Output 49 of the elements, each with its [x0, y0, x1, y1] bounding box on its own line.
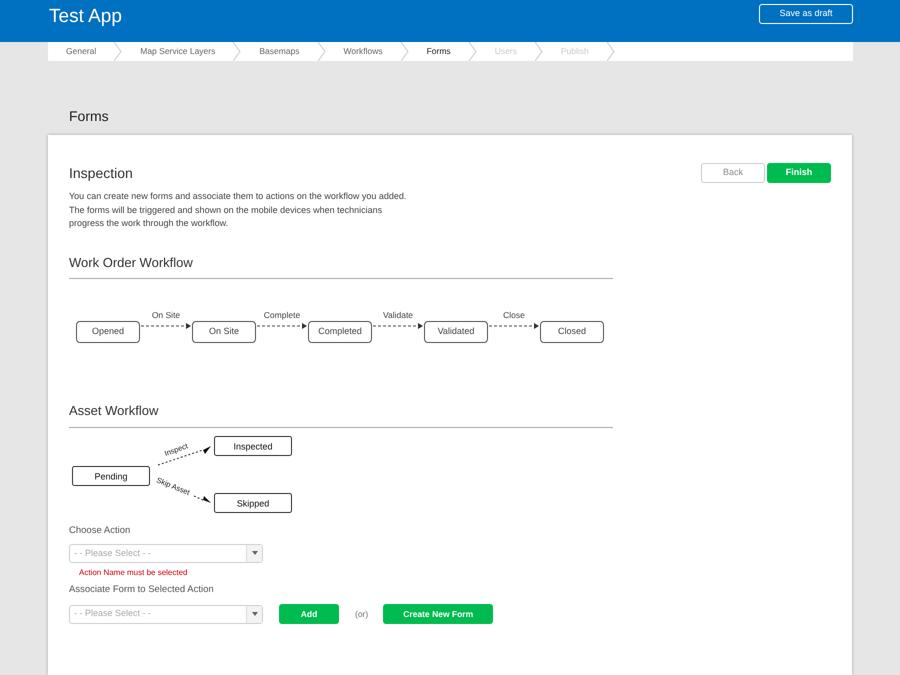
state-node: Validated — [424, 321, 488, 343]
step-tab[interactable]: Basemaps — [241, 45, 318, 58]
back-button[interactable]: Back — [701, 163, 765, 183]
step-tab[interactable]: Forms — [408, 45, 469, 58]
step-tab[interactable]: General — [48, 45, 114, 58]
section-title: Inspection — [69, 164, 134, 183]
state-node: Pending — [72, 466, 150, 486]
section-heading: Asset Workflow — [69, 401, 613, 428]
chevron-icon — [468, 42, 477, 61]
or-text: (or) — [355, 608, 368, 620]
dashed-arrow — [158, 446, 211, 465]
dashed-arrow — [372, 323, 424, 329]
state-node: Opened — [76, 321, 140, 343]
chevron-icon — [318, 42, 326, 61]
state-node: Inspected — [214, 436, 292, 456]
dashed-arrow — [488, 323, 540, 329]
add-button[interactable]: Add — [279, 604, 339, 624]
section-heading: Work Order Workflow — [69, 252, 613, 279]
dashed-arrow — [140, 323, 192, 329]
transition-label: Complete — [264, 310, 300, 320]
select-field[interactable]: - - Please Select - - — [69, 604, 263, 624]
chevron-icon — [233, 42, 242, 61]
chevron-icon — [534, 42, 543, 61]
dashed-arrow — [194, 495, 211, 502]
state-node: Closed — [540, 321, 604, 343]
transition-label: Close — [503, 310, 525, 320]
save-draft-button[interactable]: Save as draft — [759, 4, 853, 24]
app-title: Test App — [49, 5, 122, 29]
chevron-icon — [606, 42, 615, 61]
dropdown-caret-icon — [252, 612, 258, 616]
chevron-icon — [400, 42, 409, 61]
chevron-icon — [114, 42, 122, 61]
description-text: You can create new forms and associate them to actions on the workflow you added. The forms will be triggered and shown on the mobile devices when technicians progress the work through the workflow. — [69, 190, 408, 230]
transition-label: Validate — [382, 310, 414, 320]
finish-button[interactable]: Finish — [767, 163, 831, 183]
step-tab[interactable]: Workflows — [326, 45, 401, 58]
state-node: Completed — [308, 321, 372, 343]
step-tab[interactable]: Map Service Layers — [122, 45, 234, 58]
dashed-arrow — [256, 323, 308, 329]
dropdown-caret-icon — [252, 551, 258, 556]
page-title: Forms — [69, 107, 110, 126]
state-node: On Site — [192, 321, 256, 343]
state-node: Skipped — [214, 492, 292, 512]
field-label: Choose Action — [69, 524, 132, 538]
transition-label: On Site — [152, 310, 180, 320]
error-message: Action Name must be selected — [79, 566, 188, 579]
create-form-button[interactable]: Create New Form — [383, 604, 494, 624]
select-field[interactable]: - - Please Select - - — [69, 544, 263, 563]
field-label: Associate Form to Selected Action — [69, 582, 215, 597]
